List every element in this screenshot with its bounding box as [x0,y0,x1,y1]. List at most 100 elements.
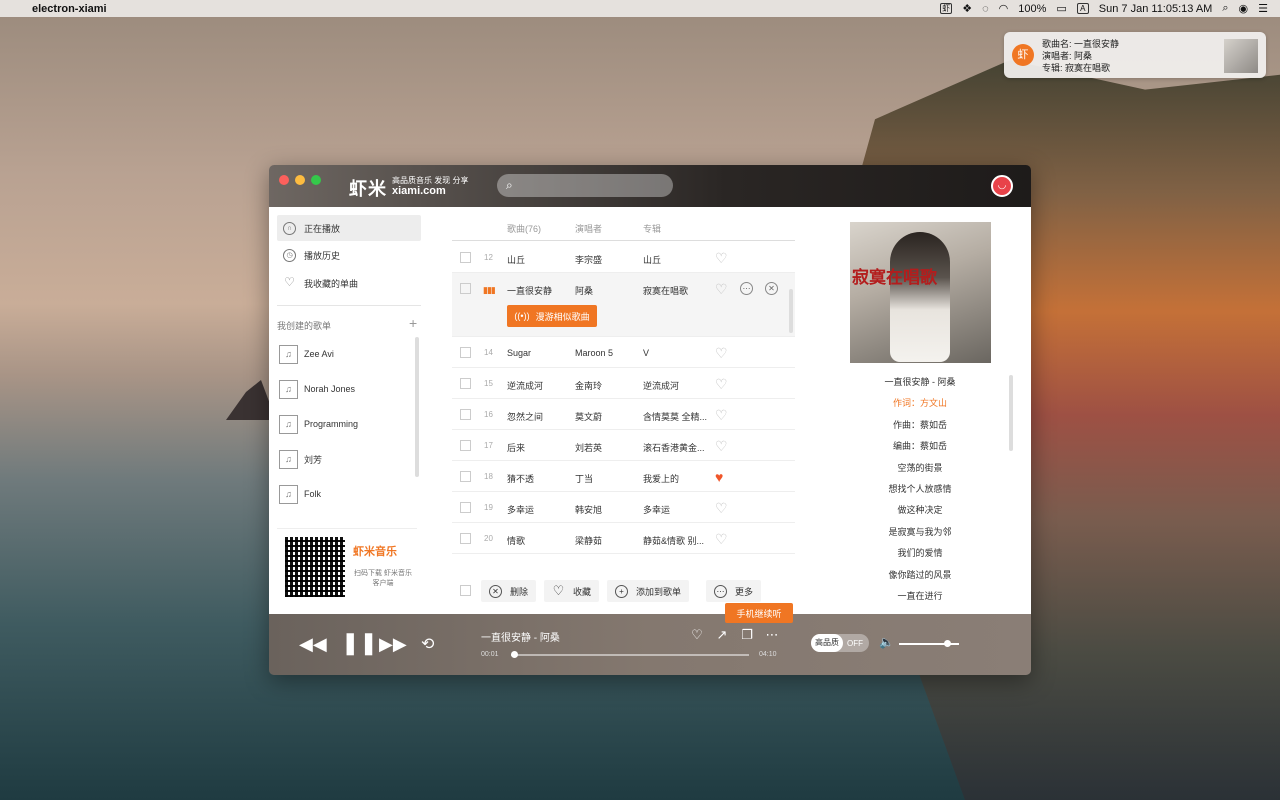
siri-icon[interactable]: ◉ [1239,2,1249,15]
like-heart-icon[interactable]: ♡ [715,250,728,267]
table-row[interactable]: 12 山丘 李宗盛 山丘 ♡ [452,242,795,273]
like-heart-icon[interactable]: ♡ [715,407,728,424]
song-artist[interactable]: 李宗盛 [575,253,637,266]
qr-download-box[interactable]: 虾米音乐 扫码下载 虾米音乐客户端 [277,528,417,604]
column-name[interactable]: 歌曲(76) [507,222,541,235]
song-album[interactable]: 静茹&情歌 别... [643,534,711,547]
song-album[interactable]: 多幸运 [643,503,711,516]
add-to-playlist-button[interactable]: + 添加到歌单 [607,580,690,602]
comment-icon[interactable]: ❐ [740,628,754,642]
notification[interactable]: 虾 歌曲名: 一直很安静 演唱者: 阿桑 专辑: 寂寞在唱歌 [1004,32,1266,78]
song-name[interactable]: 一直很安静 [507,284,569,297]
song-name[interactable]: 多幸运 [507,503,569,516]
song-album[interactable]: 寂寞在唱歌 [643,284,711,297]
xiami-logo[interactable]: 虾米 [349,175,387,201]
xiami-menu-icon[interactable]: 虾 [940,3,953,14]
playlist-item[interactable]: ♫ Norah Jones [279,376,419,402]
song-album[interactable]: 山丘 [643,253,711,266]
progress-track[interactable] [511,654,749,656]
song-album[interactable]: V [643,348,711,358]
remove-icon[interactable]: ✕ [765,282,778,295]
roam-similar-button[interactable]: ((•)) 漫游相似歌曲 [507,305,597,327]
song-album[interactable]: 含情莫莫 全精... [643,410,711,423]
heart-icon[interactable]: ♡ [690,628,704,642]
row-checkbox[interactable] [460,471,471,482]
table-row[interactable]: 19 多幸运 韩安旭 多幸运 ♡ [452,492,795,523]
select-all-checkbox[interactable] [460,585,471,596]
song-artist[interactable]: 韩安旭 [575,503,637,516]
more-options-icon[interactable]: ⋯ [740,282,753,295]
song-album[interactable]: 逆流成河 [643,379,711,392]
minimize-window-button[interactable] [295,175,305,185]
row-checkbox[interactable] [460,440,471,451]
continue-on-phone-button[interactable]: 手机继续听 [725,603,793,623]
search-input[interactable] [497,174,673,197]
share-icon[interactable]: ↗ [715,628,729,642]
column-album[interactable]: 专辑 [643,222,661,235]
playlist-item[interactable]: ♫ Folk [279,481,419,507]
song-name[interactable]: 情歌 [507,534,569,547]
clock[interactable]: Sun 7 Jan 11:05:13 AM [1099,3,1213,15]
song-name[interactable]: Sugar [507,348,569,358]
row-checkbox[interactable] [460,533,471,544]
playlist-item[interactable]: ♫ 刘芳 [279,446,419,472]
song-name[interactable]: 山丘 [507,253,569,266]
zoom-window-button[interactable] [311,175,321,185]
volume-icon[interactable]: 🔈 [879,635,894,649]
app-name[interactable]: electron-xiami [32,3,107,15]
sidebar-item-now-playing[interactable]: ∩ 正在播放 [277,215,421,241]
next-icon[interactable]: ▶▶ [379,634,407,655]
input-source-icon[interactable]: A [1076,3,1089,14]
notification-center-icon[interactable]: ☰ [1258,2,1268,15]
song-artist[interactable]: 阿桑 [575,284,637,297]
song-name[interactable]: 后来 [507,441,569,454]
more-button[interactable]: ⋯ 更多 [706,580,762,602]
row-checkbox[interactable] [460,252,471,263]
song-artist[interactable]: 金南玲 [575,379,637,392]
sidebar-item-favorites[interactable]: ♡ 我收藏的单曲 [277,270,421,296]
row-checkbox[interactable] [460,347,471,358]
song-name[interactable]: 忽然之间 [507,410,569,423]
spotlight-icon[interactable]: ⌕ [1222,2,1228,15]
sidebar-scrollbar[interactable] [415,337,419,477]
playlist-item[interactable]: ♫ Zee Avi [279,341,419,367]
dropbox-icon[interactable]: ❖ [962,2,972,15]
like-heart-icon[interactable]: ♡ [715,438,728,455]
avatar[interactable]: ◡ [991,175,1013,197]
more-icon[interactable]: ⋯ [765,628,779,642]
like-heart-icon[interactable]: ♡ [715,376,728,393]
song-album[interactable]: 我爱上的 [643,472,711,485]
playlist-item[interactable]: ♫ Programming [279,411,419,437]
table-row[interactable]: 20 情歌 梁静茹 静茹&情歌 别... ♡ [452,523,795,554]
table-row[interactable]: 18 猜不透 丁当 我爱上的 ♥ [452,461,795,492]
like-heart-icon[interactable]: ♡ [715,281,728,298]
add-playlist-button[interactable]: + [409,315,417,331]
volume-knob[interactable] [944,640,951,647]
battery-icon[interactable]: ▭ [1056,2,1066,15]
table-row[interactable]: 14 Sugar Maroon 5 V ♡ [452,337,795,368]
close-window-button[interactable] [279,175,289,185]
lyrics-scrollbar[interactable] [1009,375,1013,451]
like-heart-icon[interactable]: ♡ [715,345,728,362]
song-name[interactable]: 逆流成河 [507,379,569,392]
row-checkbox[interactable] [460,409,471,420]
sidebar-item-history[interactable]: ◷ 播放历史 [277,242,421,268]
song-artist[interactable]: 丁当 [575,472,637,485]
song-list-scrollbar[interactable] [789,289,793,333]
song-artist[interactable]: 梁静茹 [575,534,637,547]
repeat-icon[interactable]: ⟲ [421,634,434,654]
song-artist[interactable]: 莫文蔚 [575,410,637,423]
column-artist[interactable]: 演唱者 [575,222,602,235]
pause-icon[interactable]: ❚❚ [341,630,378,656]
delete-button[interactable]: ✕ 删除 [481,580,537,602]
like-heart-icon[interactable]: ♡ [715,500,728,517]
previous-icon[interactable]: ◀◀ [299,634,327,655]
row-checkbox[interactable] [460,502,471,513]
progress-knob[interactable] [511,651,519,658]
liked-heart-icon[interactable]: ♥ [715,469,723,485]
song-artist[interactable]: 刘若英 [575,441,637,454]
album-cover[interactable]: 寂寞在唱歌 [850,222,991,363]
song-artist[interactable]: Maroon 5 [575,348,637,358]
hq-toggle[interactable]: 高品质 OFF [811,634,869,652]
row-checkbox[interactable] [460,283,471,294]
